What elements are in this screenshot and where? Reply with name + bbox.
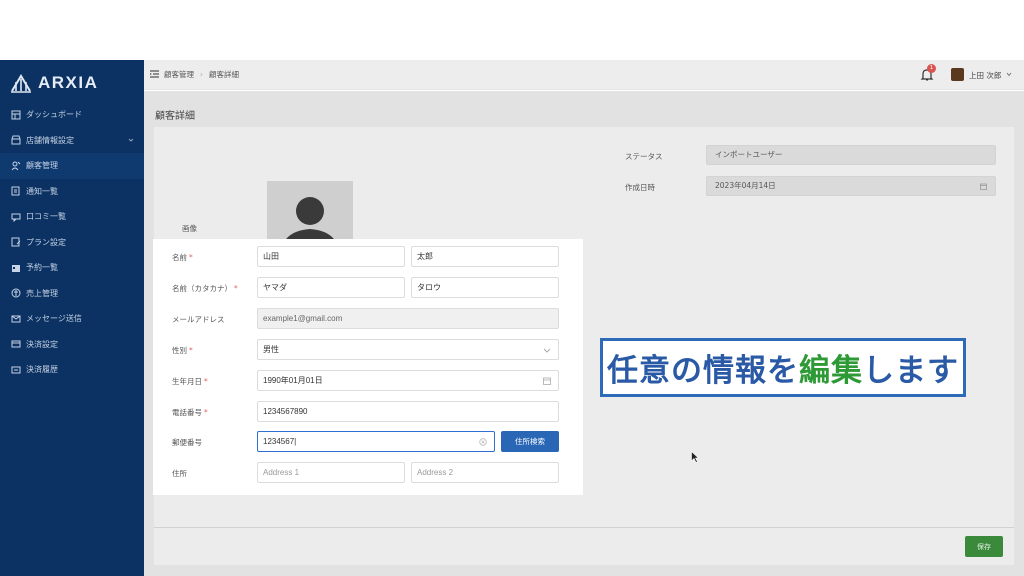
sidebar-item-reservations[interactable]: 予約一覧 [0, 255, 144, 281]
gender-label: 性別 * [172, 346, 193, 355]
postal-label: 郵便番号 [172, 438, 202, 447]
last-kana-input[interactable]: ヤマダ [257, 277, 405, 298]
payment-history-icon [11, 366, 21, 374]
breadcrumb: 顧客管理 › 顧客詳細 [164, 69, 239, 80]
notification-badge: 1 [927, 64, 936, 73]
chevron-down-icon [543, 348, 551, 353]
sidebar-item-label: プラン設定 [26, 237, 66, 247]
last-name-input[interactable]: 山田 [257, 246, 405, 267]
logo-mark-icon [11, 74, 31, 93]
kana-label: 名前（カタカナ） * [172, 284, 238, 293]
text-cursor: | [294, 437, 297, 446]
topbar: 顧客管理 › 顧客詳細 1 上田 次郎 [144, 60, 1024, 90]
sidebar-item-customers[interactable]: 顧客管理 [0, 153, 144, 179]
status-field: インポートユーザー [706, 145, 996, 165]
email-field: example1@gmail.com [257, 308, 559, 329]
calendar-icon[interactable] [543, 377, 551, 385]
address1-input[interactable]: Address 1 [257, 462, 405, 483]
created-at-value: 2023年04月14日 [715, 181, 776, 190]
caption-highlight: 編集 [799, 353, 863, 389]
sidebar-item-store-settings[interactable]: 店舗情報設定 [0, 128, 144, 154]
message-icon [11, 315, 21, 323]
sidebar-item-label: メッセージ送信 [26, 314, 82, 324]
caption-part1: 任意の情報を [607, 353, 799, 389]
mouse-cursor-icon [691, 451, 699, 463]
calendar-icon [12, 264, 20, 272]
caption-part3: します [863, 353, 959, 389]
breadcrumb-item-current: 顧客詳細 [209, 70, 239, 79]
logo-text: ARXIA [38, 73, 99, 92]
first-name-input[interactable]: 太郎 [411, 246, 559, 267]
postal-code-value: 1234567 [263, 437, 295, 446]
sidebar-item-label: 顧客管理 [26, 161, 58, 171]
sidebar-item-label: 売上管理 [26, 288, 58, 298]
caption-callout: 任意の情報を 編集 します [600, 338, 966, 397]
first-kana-input[interactable]: タロウ [411, 277, 559, 298]
sidebar-item-label: 店舗情報設定 [26, 135, 74, 145]
caption-text: 任意の情報を 編集 します [603, 341, 963, 394]
postal-code-input[interactable]: 1234567| [257, 431, 495, 452]
dashboard-icon [11, 110, 21, 120]
plan-icon [11, 237, 21, 247]
sidebar-item-label: 予約一覧 [26, 263, 58, 273]
gender-value: 男性 [263, 345, 279, 354]
page-title: 顧客詳細 [155, 111, 195, 122]
menu-toggle-icon[interactable] [150, 70, 159, 78]
payment-settings-icon [11, 340, 21, 348]
clear-icon[interactable] [479, 438, 487, 446]
created-at-label: 作成日時 [625, 183, 655, 192]
address2-input[interactable]: Address 2 [411, 462, 559, 483]
sidebar: ARXIA ダッシュボード 店舗情報設定 顧客管理 通知一覧 口コミ一覧 プラン… [0, 60, 144, 576]
email-label: メールアドレス [172, 315, 225, 324]
store-icon [11, 135, 21, 145]
sidebar-item-sales[interactable]: 売上管理 [0, 281, 144, 307]
breadcrumb-separator: › [200, 70, 203, 79]
review-icon [11, 213, 21, 222]
birthday-input[interactable]: 1990年01月01日 [257, 370, 559, 391]
sidebar-item-reviews[interactable]: 口コミ一覧 [0, 204, 144, 230]
sidebar-item-label: 口コミ一覧 [26, 212, 66, 222]
status-label: ステータス [625, 152, 663, 161]
sidebar-item-label: 通知一覧 [26, 186, 58, 196]
image-label: 画像 [182, 224, 197, 233]
birthday-label: 生年月日 * [172, 377, 208, 386]
sidebar-item-notifications[interactable]: 通知一覧 [0, 179, 144, 205]
user-name[interactable]: 上田 次郎 [969, 70, 1001, 81]
address-search-button[interactable]: 住所検索 [501, 431, 559, 452]
customers-icon [11, 161, 21, 171]
phone-label: 電話番号 * [172, 408, 208, 417]
notification-list-icon [11, 186, 20, 196]
sidebar-item-plans[interactable]: プラン設定 [0, 230, 144, 256]
calendar-icon [980, 183, 987, 190]
gender-select[interactable]: 男性 [257, 339, 559, 360]
name-label: 名前 * [172, 253, 193, 262]
created-at-field: 2023年04月14日 [706, 176, 996, 196]
sales-icon [11, 288, 21, 298]
sidebar-item-payment-history[interactable]: 決済履歴 [0, 357, 144, 383]
footer-divider [154, 527, 1014, 528]
screen: ARXIA ダッシュボード 店舗情報設定 顧客管理 通知一覧 口コミ一覧 プラン… [0, 0, 1024, 576]
sidebar-item-dashboard[interactable]: ダッシュボード [0, 102, 144, 128]
chevron-down-icon [128, 138, 134, 142]
sidebar-item-payment-settings[interactable]: 決済設定 [0, 332, 144, 358]
customer-form-panel: 名前 * 山田 太郎 名前（カタカナ） * ヤマダ タロウ メールアドレス exam… [153, 239, 583, 495]
sidebar-item-label: 決済履歴 [26, 365, 58, 375]
sidebar-item-messages[interactable]: メッセージ送信 [0, 306, 144, 332]
logo[interactable]: ARXIA [10, 70, 98, 96]
sidebar-item-label: ダッシュボード [26, 110, 82, 120]
breadcrumb-item-customers[interactable]: 顧客管理 [164, 69, 194, 80]
phone-input[interactable]: 1234567890 [257, 401, 559, 422]
sidebar-item-label: 決済設定 [26, 339, 58, 349]
address-label: 住所 [172, 469, 187, 478]
chevron-down-icon[interactable] [1006, 72, 1012, 77]
avatar[interactable] [951, 68, 964, 81]
sidebar-nav: ダッシュボード 店舗情報設定 顧客管理 通知一覧 口コミ一覧 プラン設定 予約一… [0, 102, 144, 383]
birthday-value: 1990年01月01日 [263, 376, 323, 385]
save-button[interactable]: 保存 [965, 536, 1003, 557]
